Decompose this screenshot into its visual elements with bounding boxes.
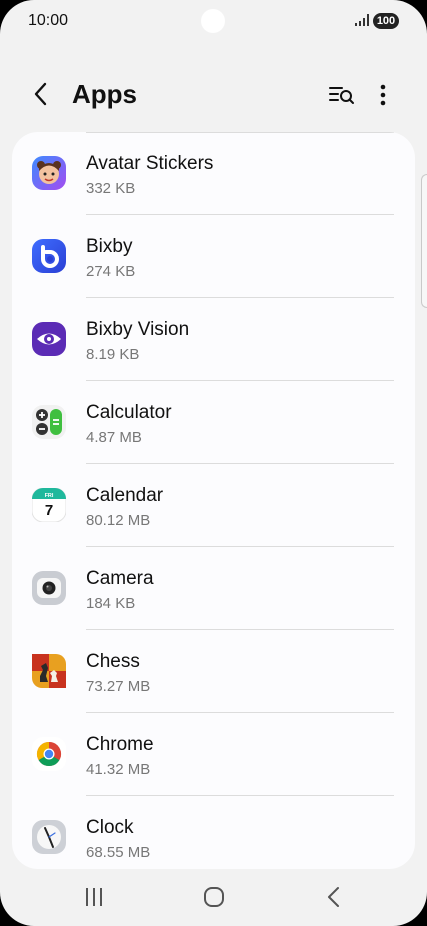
calendar-icon: FRI 7	[32, 488, 66, 522]
app-size: 68.55 MB	[86, 844, 151, 861]
header: Apps	[0, 70, 427, 120]
app-row-chrome[interactable]: Chrome 41.32 MB	[12, 713, 415, 796]
phone-screen: 10:00 100 Apps Avatar Stickers 332 KB Bi…	[0, 0, 427, 926]
app-size: 4.87 MB	[86, 429, 142, 446]
app-name: Avatar Stickers	[86, 153, 214, 174]
camera-icon	[32, 571, 66, 605]
app-row-chess[interactable]: Chess 73.27 MB	[12, 630, 415, 713]
app-name: Bixby Vision	[86, 319, 190, 340]
more-options-button[interactable]	[372, 80, 394, 110]
app-name: Bixby	[86, 236, 133, 257]
app-row-avatar-stickers[interactable]: Avatar Stickers 332 KB	[12, 132, 415, 215]
app-name: Chrome	[86, 734, 154, 755]
app-size: 80.12 MB	[86, 512, 151, 529]
app-row-calculator[interactable]: Calculator 4.87 MB	[12, 381, 415, 464]
battery-badge: 100	[373, 13, 399, 29]
app-row-clock[interactable]: Clock 68.55 MB	[12, 796, 415, 869]
chrome-icon	[32, 737, 66, 771]
app-row-calendar[interactable]: FRI 7 Calendar 80.12 MB	[12, 464, 415, 547]
app-name: Calculator	[86, 402, 172, 423]
app-size: 274 KB	[86, 263, 136, 280]
app-name: Clock	[86, 817, 134, 838]
scrollbar[interactable]	[421, 174, 427, 308]
filter-search-button[interactable]	[328, 82, 356, 108]
app-size: 8.19 KB	[86, 346, 140, 363]
app-row-bixby[interactable]: Bixby 274 KB	[12, 215, 415, 298]
nav-back-button[interactable]	[325, 885, 343, 909]
back-button[interactable]	[28, 80, 56, 108]
calendar-date-text: 7	[45, 502, 53, 519]
bixby-vision-icon	[32, 322, 66, 356]
status-time: 10:00	[28, 12, 69, 29]
app-name: Camera	[86, 568, 154, 589]
app-row-bixby-vision[interactable]: Bixby Vision 8.19 KB	[12, 298, 415, 381]
signal-icon	[355, 14, 369, 26]
avatar-stickers-icon	[32, 156, 66, 190]
home-button[interactable]	[203, 886, 225, 908]
navigation-bar	[0, 870, 427, 926]
bixby-icon	[32, 239, 66, 273]
recents-button[interactable]	[84, 886, 104, 908]
app-list[interactable]: Avatar Stickers 332 KB Bixby 274 KB Bixb…	[12, 132, 415, 869]
calendar-day-text: FRI	[45, 493, 54, 499]
app-size: 184 KB	[86, 595, 136, 612]
app-row-camera[interactable]: Camera 184 KB	[12, 547, 415, 630]
app-size: 332 KB	[86, 180, 136, 197]
app-name: Chess	[86, 651, 140, 672]
app-size: 73.27 MB	[86, 678, 151, 695]
chess-icon	[32, 654, 66, 688]
clock-icon	[32, 820, 66, 854]
app-size: 41.32 MB	[86, 761, 151, 778]
app-name: Calendar	[86, 485, 164, 506]
page-title: Apps	[72, 79, 137, 109]
camera-cutout	[201, 9, 225, 33]
calculator-icon	[32, 405, 66, 439]
status-bar: 10:00 100	[0, 0, 427, 44]
